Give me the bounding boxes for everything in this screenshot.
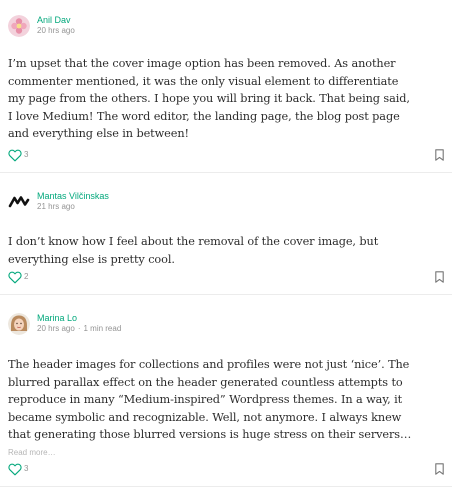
author-name[interactable]: Marina Lo	[37, 313, 121, 324]
author-name[interactable]: Anil Dav	[37, 15, 75, 26]
response-header: Mantas Vilčinskas 21 hrs ago	[8, 191, 442, 219]
response-body[interactable]: I don’t know how I feel about the remova…	[8, 233, 416, 268]
recommend-button[interactable]: 3	[8, 149, 28, 162]
response-body[interactable]: I’m upset that the cover image option ha…	[8, 55, 416, 143]
author-name[interactable]: Mantas Vilčinskas	[37, 191, 109, 202]
timestamp[interactable]: 20 hrs ago	[37, 26, 75, 36]
time-ago[interactable]: 20 hrs ago	[37, 324, 75, 333]
response-card: Anil Dav 20 hrs ago I’m upset that the c…	[0, 0, 452, 173]
heart-icon[interactable]	[8, 463, 22, 476]
recommend-button[interactable]: 3	[8, 463, 28, 476]
recommend-count: 3	[24, 150, 29, 159]
avatar-flower-icon[interactable]	[8, 15, 30, 37]
response-header: Anil Dav 20 hrs ago	[8, 15, 442, 43]
time-ago[interactable]: 20 hrs ago	[37, 26, 75, 35]
response-header: Marina Lo 20 hrs ago · 1 min read	[8, 313, 442, 341]
response-footer: 2	[8, 270, 444, 284]
response-body[interactable]: The header images for collections and pr…	[8, 356, 416, 444]
response-meta: Anil Dav 20 hrs ago	[37, 15, 75, 36]
response-card: Marina Lo 20 hrs ago · 1 min read The head…	[0, 295, 452, 487]
heart-icon[interactable]	[8, 149, 22, 162]
timestamp: 20 hrs ago · 1 min read	[37, 324, 121, 334]
response-meta: Marina Lo 20 hrs ago · 1 min read	[37, 313, 121, 334]
response-meta: Mantas Vilčinskas 21 hrs ago	[37, 191, 109, 212]
avatar-logo-icon[interactable]	[8, 191, 30, 213]
response-footer: 3	[8, 462, 444, 476]
avatar-portrait-icon[interactable]	[8, 313, 30, 335]
read-more-link[interactable]: Read more…	[8, 448, 442, 457]
bookmark-icon[interactable]	[435, 149, 444, 161]
responses-feed: Anil Dav 20 hrs ago I’m upset that the c…	[0, 0, 458, 487]
bookmark-icon[interactable]	[435, 271, 444, 283]
read-time: 1 min read	[83, 324, 122, 333]
response-card: Mantas Vilčinskas 21 hrs ago I don’t kno…	[0, 173, 452, 295]
response-footer: 3	[8, 148, 444, 162]
bookmark-icon[interactable]	[435, 463, 444, 475]
recommend-count: 3	[24, 464, 29, 473]
recommend-count: 2	[24, 272, 29, 281]
heart-icon[interactable]	[8, 271, 22, 284]
time-ago[interactable]: 21 hrs ago	[37, 202, 75, 211]
timestamp[interactable]: 21 hrs ago	[37, 202, 109, 212]
recommend-button[interactable]: 2	[8, 271, 28, 284]
separator-dot: ·	[77, 324, 81, 333]
